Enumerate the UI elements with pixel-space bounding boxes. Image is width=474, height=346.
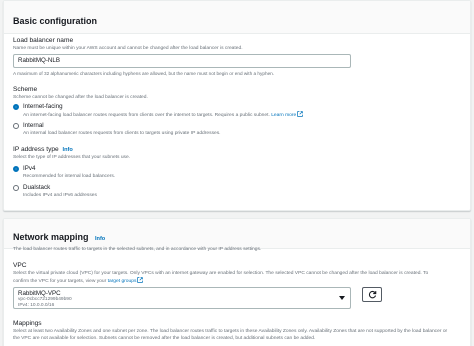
scheme-label: Scheme [13,86,38,93]
refresh-icon [368,291,376,299]
vpc-label: VPC [13,262,27,269]
external-link-icon [137,277,144,283]
caret-down-icon [339,296,345,300]
scheme-option-internet-facing[interactable]: Internet-facing An internet-facing load … [13,103,461,119]
ip-option-ipv4[interactable]: IPv4 Recommended for internal load balan… [13,165,461,180]
external-link-icon [297,111,303,117]
vpc-field: VPC Select the virtual private cloud (VP… [13,262,461,285]
radio-button[interactable] [13,185,19,191]
lb-name-label: Load balancer name [13,37,74,44]
refresh-button[interactable] [362,287,382,302]
info-link[interactable]: Info [95,236,105,242]
lb-name-description: Name must be unique within your AWS acco… [13,46,243,51]
panel-header: Basic configuration [4,1,470,34]
vpc-selected-name: RabbitMQ-VPC [18,290,61,297]
panel-title: Network mapping [13,232,89,242]
lb-name-field: Load balancer name Name must be unique w… [13,37,461,77]
panel-header: Network mapping Info The load balancer r… [4,219,470,252]
radio-description: Recommended for internal load balancers. [23,174,116,179]
vpc-selected-cidr: IPv4: 10.0.0.0/16 [18,303,55,308]
radio-button-selected[interactable] [13,104,19,110]
scheme-description: Scheme cannot be changed after the load … [13,95,148,100]
radio-label: Internet-facing [23,103,63,110]
ip-type-field: IP address type Info Select the type of … [13,146,461,161]
radio-button[interactable] [13,123,19,129]
lb-name-hint: A maximum of 32 alphanumeric characters … [13,71,275,76]
scheme-field: Scheme Scheme cannot be changed after th… [13,86,461,101]
basic-configuration-panel: Basic configuration Load balancer name N… [3,0,471,211]
radio-description: An internet-facing load balancer routes … [23,111,303,119]
vpc-select[interactable]: RabbitMQ-VPC vpc-0cbcc721299b49b90 IPv4:… [13,287,351,309]
scheme-option-internal[interactable]: Internal An internal load balancer route… [13,122,461,137]
radio-description: An internal load balancer routes request… [23,131,221,136]
network-mapping-panel: Network mapping Info The load balancer r… [3,218,471,346]
mappings-description: Select at least two Availability Zones a… [13,329,448,341]
radio-label: IPv4 [23,165,36,172]
mappings-field: Mappings Select at least two Availabilit… [13,320,461,342]
mappings-label: Mappings [13,320,42,327]
panel-title: Basic configuration [13,16,98,26]
radio-label: Internal [23,122,44,129]
radio-button-selected[interactable] [13,166,19,172]
target-groups-link[interactable]: target groups [108,279,137,284]
lb-name-input[interactable]: RabbitMQ-NLB [13,54,351,68]
info-link[interactable]: Info [63,147,73,153]
ip-option-dualstack[interactable]: Dualstack Includes IPv4 and IPv6 address… [13,184,461,199]
radio-label: Dualstack [23,184,51,191]
learn-more-link[interactable]: Learn more [271,113,296,118]
ip-type-description: Select the type of IP addresses that you… [13,155,131,160]
vpc-description: Select the virtual private cloud (VPC) f… [13,271,429,284]
ip-type-label: IP address type Info [13,146,73,153]
radio-description: Includes IPv4 and IPv6 addresses [23,193,97,198]
panel-description: The load balancer routes traffic to targ… [13,247,262,252]
